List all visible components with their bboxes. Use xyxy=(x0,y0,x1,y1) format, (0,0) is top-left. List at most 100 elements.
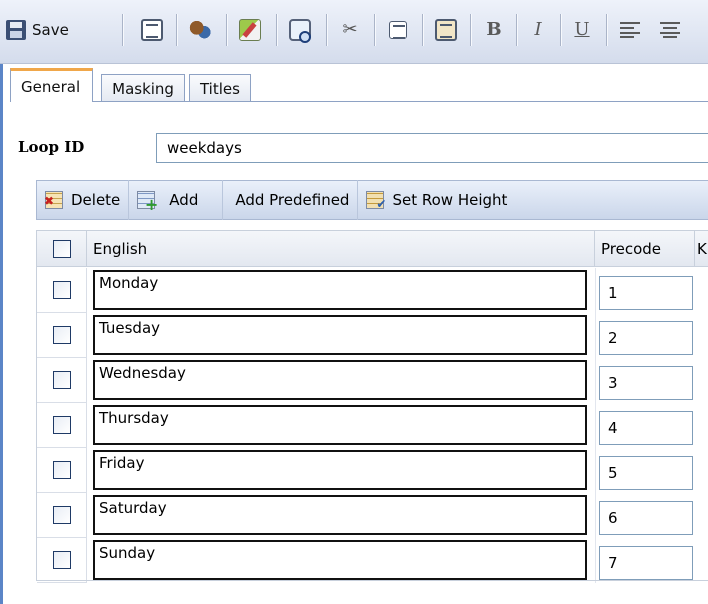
delete-button[interactable]: Delete xyxy=(37,180,130,220)
toolbar-separator xyxy=(326,14,327,46)
underline-icon: U xyxy=(574,19,590,40)
add-predefined-button[interactable]: Add Predefined xyxy=(223,180,359,220)
table-row: Wednesday 3 xyxy=(37,358,708,403)
english-cell-input[interactable]: Saturday xyxy=(93,495,587,535)
english-cell-input[interactable]: Thursday xyxy=(93,405,587,445)
grid-bottom-border xyxy=(36,580,708,581)
grid-toolbar: Delete Add Add Predefined Set Row Height xyxy=(36,180,708,220)
add-label: Add xyxy=(169,191,199,209)
save-label: Save xyxy=(32,21,69,39)
add-button[interactable]: Add xyxy=(129,180,224,220)
row-checkbox-cell xyxy=(37,313,87,358)
english-cell-input[interactable]: Sunday xyxy=(93,540,587,580)
save-icon xyxy=(6,20,26,40)
loop-id-input[interactable] xyxy=(156,133,708,163)
italic-icon: I xyxy=(534,19,542,40)
bold-icon: B xyxy=(486,19,502,40)
row-checkbox[interactable] xyxy=(52,461,71,479)
copy-button[interactable] xyxy=(134,12,170,48)
toolbar-separator xyxy=(176,14,177,46)
english-cell-input[interactable]: Tuesday xyxy=(93,315,587,355)
row-checkbox[interactable] xyxy=(52,551,71,569)
italic-button[interactable]: I xyxy=(520,12,556,48)
panel-left-border xyxy=(0,64,3,604)
precode-cell-input[interactable]: 7 xyxy=(599,546,693,580)
find-button[interactable] xyxy=(282,12,318,48)
toolbar-separator xyxy=(560,14,561,46)
row-checkbox-cell xyxy=(37,358,87,403)
paste-icon xyxy=(435,19,457,41)
delete-rows-icon xyxy=(44,191,63,209)
tools-button[interactable] xyxy=(182,12,218,48)
row-checkbox[interactable] xyxy=(52,506,71,524)
save-button[interactable]: Save xyxy=(6,12,118,48)
align-center-button[interactable] xyxy=(652,12,688,48)
table-row: Monday 1 xyxy=(37,268,708,313)
cut-button[interactable]: ✂ xyxy=(332,12,368,48)
align-center-icon xyxy=(660,22,680,38)
row-checkbox-cell xyxy=(37,403,87,448)
table-row: Friday 5 xyxy=(37,448,708,493)
cell-divider xyxy=(595,313,596,358)
select-all-checkbox[interactable] xyxy=(52,240,71,258)
header-english[interactable]: English xyxy=(87,231,595,267)
precode-cell-input[interactable]: 3 xyxy=(599,366,693,400)
paste-button[interactable] xyxy=(428,12,464,48)
underline-button[interactable]: U xyxy=(564,12,600,48)
precode-cell-input[interactable]: 5 xyxy=(599,456,693,490)
english-cell-input[interactable]: Monday xyxy=(93,270,587,310)
find-icon xyxy=(289,19,311,43)
row-checkbox[interactable] xyxy=(52,416,71,434)
table-row: Sunday 7 xyxy=(37,538,708,583)
align-left-icon xyxy=(620,22,640,38)
loop-grid: English Precode K Monday 1 Tuesday 2 Wednesd… xyxy=(36,230,708,583)
cell-divider xyxy=(595,538,596,583)
add-predefined-label: Add Predefined xyxy=(235,191,350,209)
row-checkbox-cell xyxy=(37,268,87,313)
english-cell-input[interactable]: Wednesday xyxy=(93,360,587,400)
set-row-height-button[interactable]: Set Row Height xyxy=(358,180,515,220)
row-checkbox[interactable] xyxy=(52,281,71,299)
table-row: Saturday 6 xyxy=(37,493,708,538)
edit-button[interactable] xyxy=(232,12,268,48)
cell-divider xyxy=(595,403,596,448)
tab-general[interactable]: General xyxy=(10,68,94,102)
cell-divider xyxy=(595,268,596,313)
table-row: Thursday 4 xyxy=(37,403,708,448)
loop-id-label: Loop ID xyxy=(18,138,85,156)
align-left-button[interactable] xyxy=(612,12,648,48)
toolbar-separator xyxy=(516,14,517,46)
english-cell-input[interactable]: Friday xyxy=(93,450,587,490)
copy-icon xyxy=(141,19,163,41)
bold-button[interactable]: B xyxy=(476,12,512,48)
toolbar-separator xyxy=(422,14,423,46)
tools-icon xyxy=(189,19,211,41)
tab-titles[interactable]: Titles xyxy=(188,74,251,102)
cell-divider xyxy=(595,448,596,493)
header-checkbox-cell xyxy=(37,231,87,267)
delete-label: Delete xyxy=(71,191,121,209)
table-row: Tuesday 2 xyxy=(37,313,708,358)
grid-header: English Precode K xyxy=(37,231,708,267)
toolbar-separator xyxy=(226,14,227,46)
precode-cell-input[interactable]: 2 xyxy=(599,321,693,355)
precode-cell-input[interactable]: 4 xyxy=(599,411,693,445)
row-checkbox[interactable] xyxy=(52,326,71,344)
tab-masking[interactable]: Masking xyxy=(101,74,185,102)
row-checkbox-cell xyxy=(37,448,87,493)
toolbar-separator xyxy=(122,14,123,46)
cell-divider xyxy=(595,493,596,538)
edit-icon xyxy=(239,19,261,41)
header-k[interactable]: K xyxy=(695,231,708,267)
copy-small-icon xyxy=(389,21,407,39)
toolbar-separator xyxy=(606,14,607,46)
precode-cell-input[interactable]: 6 xyxy=(599,501,693,535)
tab-divider xyxy=(10,101,708,102)
row-checkbox-cell xyxy=(37,493,87,538)
precode-cell-input[interactable]: 1 xyxy=(599,276,693,310)
toolbar-separator xyxy=(470,14,471,46)
row-checkbox[interactable] xyxy=(52,371,71,389)
copy-text-button[interactable] xyxy=(380,12,416,48)
toolbar-separator xyxy=(374,14,375,46)
header-precode[interactable]: Precode xyxy=(595,231,695,267)
